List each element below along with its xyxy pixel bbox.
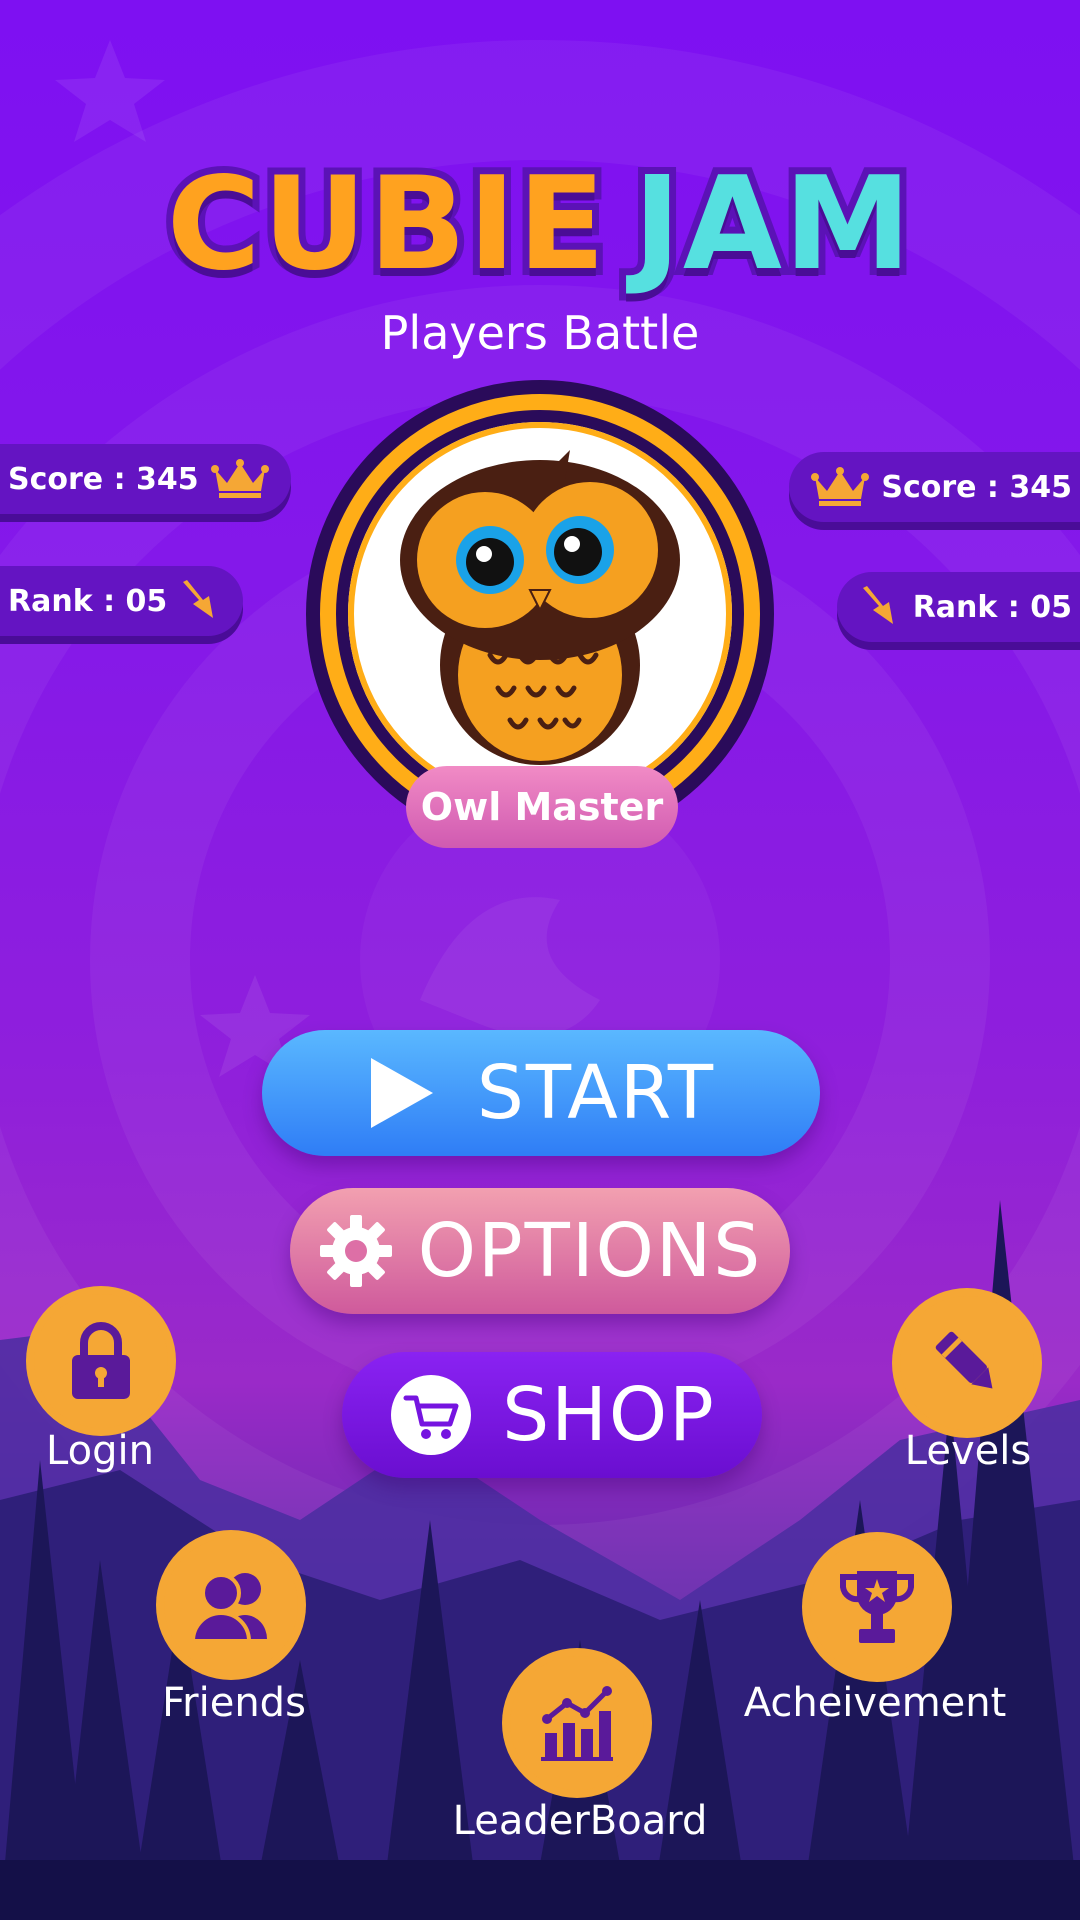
options-button-label: OPTIONS	[417, 1208, 763, 1294]
cart-icon	[391, 1375, 472, 1455]
pencil-icon	[935, 1331, 993, 1389]
achievement-label: Acheivement	[743, 1680, 1007, 1726]
achievement-button[interactable]	[810, 1540, 944, 1674]
left-rank-text: Rank : 05	[8, 583, 168, 619]
crown-icon	[210, 459, 269, 498]
owl-icon	[400, 450, 680, 765]
right-rank-badge: Rank : 05	[836, 572, 1080, 642]
main-menu-screen: CUBIE JAM Players Battle Score : 345 Rank…	[0, 0, 1080, 1920]
start-button-label: START	[476, 1050, 716, 1136]
gear-icon	[319, 1215, 392, 1287]
game-title-word-2: JAM	[626, 143, 918, 306]
leaderboard-label: LeaderBoard	[452, 1798, 708, 1844]
right-score-text: Score : 345	[881, 469, 1072, 505]
arrow-down-icon	[862, 586, 893, 624]
player-name-badge: Owl Master	[406, 766, 678, 848]
login-button[interactable]	[34, 1294, 168, 1428]
game-title-word-1: CUBIE	[160, 143, 612, 306]
right-rank-text: Rank : 05	[912, 589, 1072, 625]
friends-label: Friends	[162, 1680, 306, 1726]
friends-button[interactable]	[164, 1538, 298, 1672]
play-icon	[370, 1058, 433, 1128]
crown-icon	[811, 467, 870, 506]
trophy-icon	[840, 1571, 914, 1643]
left-score-badge: Score : 345	[0, 444, 291, 514]
start-button[interactable]: START	[262, 1030, 820, 1156]
arrow-down-icon	[183, 580, 214, 618]
right-score-badge: Score : 345	[789, 452, 1080, 522]
levels-label: Levels	[904, 1428, 1032, 1474]
game-title: CUBIE JAM	[0, 143, 1080, 306]
left-score-text: Score : 345	[8, 461, 199, 497]
shop-button[interactable]: SHOP	[342, 1352, 762, 1478]
options-button[interactable]: OPTIONS	[290, 1188, 790, 1314]
leaderboard-button[interactable]	[510, 1656, 644, 1790]
levels-button[interactable]	[900, 1296, 1034, 1430]
bar-chart-icon	[541, 1686, 613, 1761]
lock-icon	[72, 1322, 130, 1399]
shop-button-label: SHOP	[502, 1372, 716, 1458]
login-label: Login	[46, 1428, 154, 1474]
game-subtitle: Players Battle	[380, 306, 700, 360]
friends-icon	[190, 1573, 267, 1643]
left-rank-badge: Rank : 05	[0, 566, 244, 636]
